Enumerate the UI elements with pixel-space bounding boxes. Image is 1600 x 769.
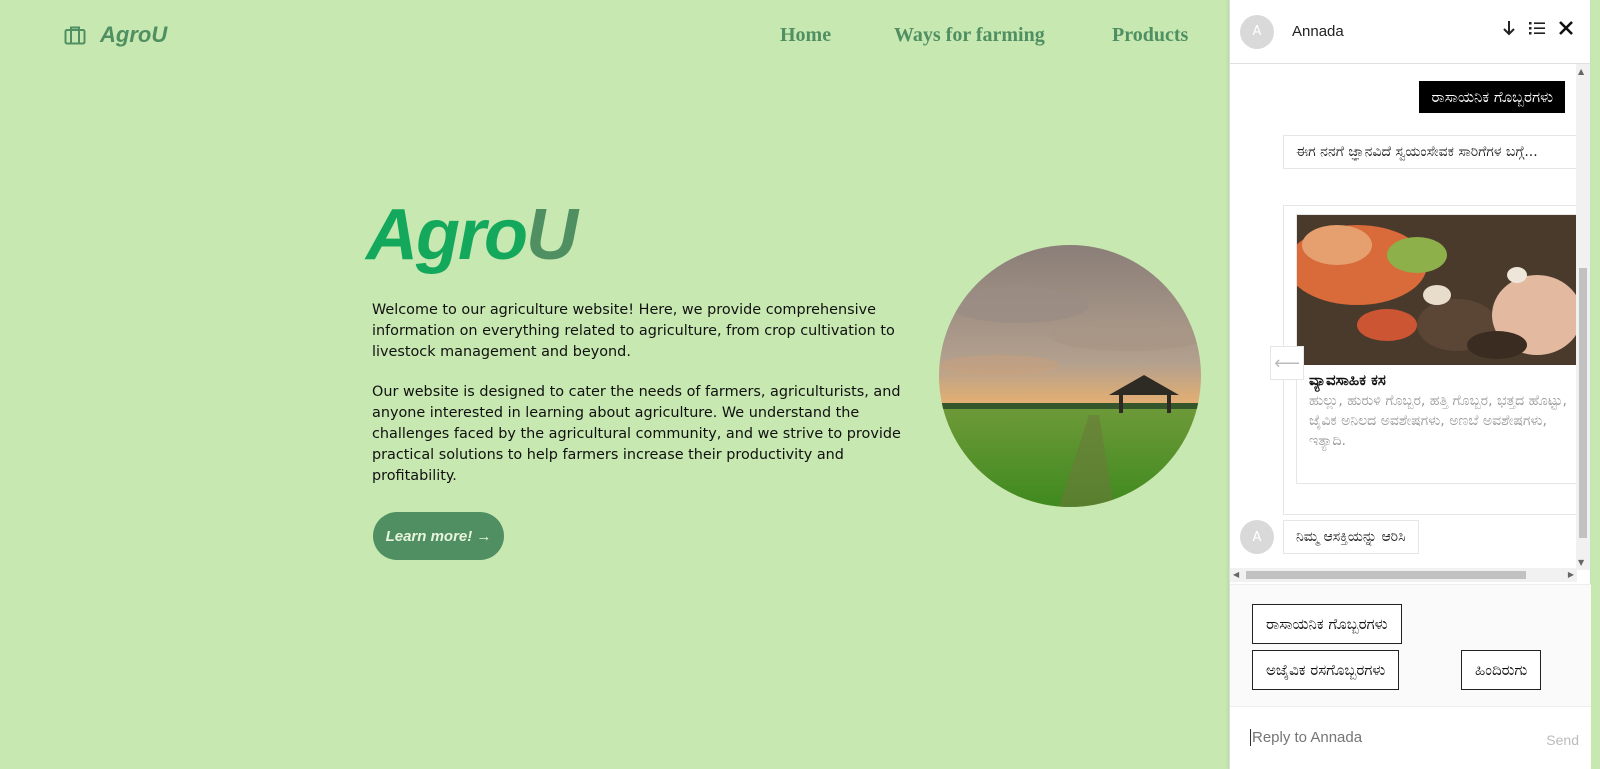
send-button[interactable]: Send — [1546, 732, 1579, 748]
bot-avatar: A — [1240, 520, 1274, 554]
quick-reply-chemical-fertilizers[interactable]: ರಾಸಾಯನಿಕ ಗೊಬ್ಬರಗಳು — [1252, 604, 1402, 644]
reply-bar: Send — [1230, 706, 1591, 769]
user-message: ರಾಸಾಯನಿಕ ಗೊಬ್ಬರಗಳು — [1419, 81, 1565, 113]
reply-input[interactable] — [1250, 729, 1510, 746]
scroll-up-icon[interactable]: ▲ — [1578, 67, 1584, 76]
card-description: ಹುಲ್ಲು, ಹುರುಳಿ ಗೊಬ್ಬರ, ಹತ್ತಿ ಗೊಬ್ಬರ, ಭತ್… — [1309, 393, 1567, 449]
hero-description: Welcome to our agriculture website! Here… — [372, 300, 912, 486]
compost-image — [1297, 215, 1587, 365]
hero-paragraph-1: Welcome to our agriculture website! Here… — [372, 302, 895, 360]
quick-reply-back[interactable]: ಹಿಂದಿರುಗು — [1461, 650, 1542, 690]
scroll-down-icon[interactable]: ▼ — [1578, 558, 1584, 567]
bot-message: ನಿಮ್ಮ ಆಸಕ್ತಿಯನ್ನು ಆರಿಸಿ — [1283, 520, 1419, 554]
agent-avatar: A — [1240, 14, 1274, 49]
nav-home[interactable]: Home — [780, 24, 831, 47]
hero-paragraph-2: Our website is designed to cater the nee… — [372, 384, 901, 484]
chat-header: A Annada — [1230, 0, 1590, 64]
list-icon[interactable] — [1528, 20, 1546, 40]
chat-widget: A Annada ರಾಸಾಯನಿಕ ಗೊಬ್ಬರಗಳು ಈಗ ನನಗೆ ಜ್ಞಾ… — [1229, 0, 1591, 769]
site-logo[interactable]: AgroU — [64, 22, 167, 48]
arrow-down-icon[interactable] — [1502, 20, 1516, 40]
quick-reply-inorganic-fertilizers[interactable]: ಅಜೈವಿಕ ರಸಗೊಬ್ಬರಗಳು — [1252, 650, 1400, 690]
scrollbar-thumb[interactable] — [1579, 268, 1587, 538]
carousel-card[interactable]: ವ್ಯಾವಸಾಹಿಕ ಕಸ ಹುಲ್ಲು, ಹುರುಳಿ ಗೊಬ್ಬರ, ಹತ್… — [1296, 214, 1587, 484]
briefcase-icon — [64, 25, 86, 45]
scroll-right-icon[interactable]: ▶ — [1568, 570, 1574, 579]
nav-ways-for-farming[interactable]: Ways for farming — [894, 24, 1045, 47]
learn-more-button[interactable]: Learn more! → — [373, 512, 504, 560]
hero-title-agro: Agro — [366, 195, 528, 275]
bot-message: ಈಗ ನನಗೆ ಜ್ಞಾನವಿದೆ ಸ್ವಯಂಸೇವಕ ಸಾರಿಗೆಗಳ ಬಗ್… — [1283, 135, 1581, 169]
carousel-prev-button[interactable]: ⟵ — [1270, 346, 1304, 380]
scroll-left-icon[interactable]: ◀ — [1233, 570, 1239, 579]
farm-field-image — [939, 245, 1201, 507]
hero-title-u: U — [525, 195, 578, 275]
hero-title: AgroU — [366, 194, 578, 276]
logo-text: AgroU — [100, 22, 168, 47]
horizontal-scrollbar[interactable]: ◀ ▶ — [1230, 568, 1577, 582]
vertical-scrollbar[interactable]: ▲ ▼ — [1576, 64, 1590, 570]
card-title: ವ್ಯಾವಸಾಹಿಕ ಕಸ — [1309, 371, 1386, 389]
quick-replies: ರಾಸಾಯನಿಕ ಗೊಬ್ಬರಗಳು ಅಜೈವಿಕ ರಸಗೊಬ್ಬರಗಳು ಹಿ… — [1230, 584, 1591, 706]
carousel: ವ್ಯಾವಸಾಹಿಕ ಕಸ ಹುಲ್ಲು, ಹುರುಳಿ ಗೊಬ್ಬರ, ಹತ್… — [1283, 205, 1587, 515]
chat-messages: ರಾಸಾಯನಿಕ ಗೊಬ್ಬರಗಳು ಈಗ ನನಗೆ ಜ್ಞಾನವಿದೆ ಸ್ವ… — [1230, 64, 1591, 570]
agent-name: Annada — [1292, 23, 1344, 40]
nav-products[interactable]: Products — [1112, 24, 1188, 47]
scrollbar-thumb[interactable] — [1246, 571, 1526, 579]
close-icon[interactable] — [1558, 20, 1574, 40]
